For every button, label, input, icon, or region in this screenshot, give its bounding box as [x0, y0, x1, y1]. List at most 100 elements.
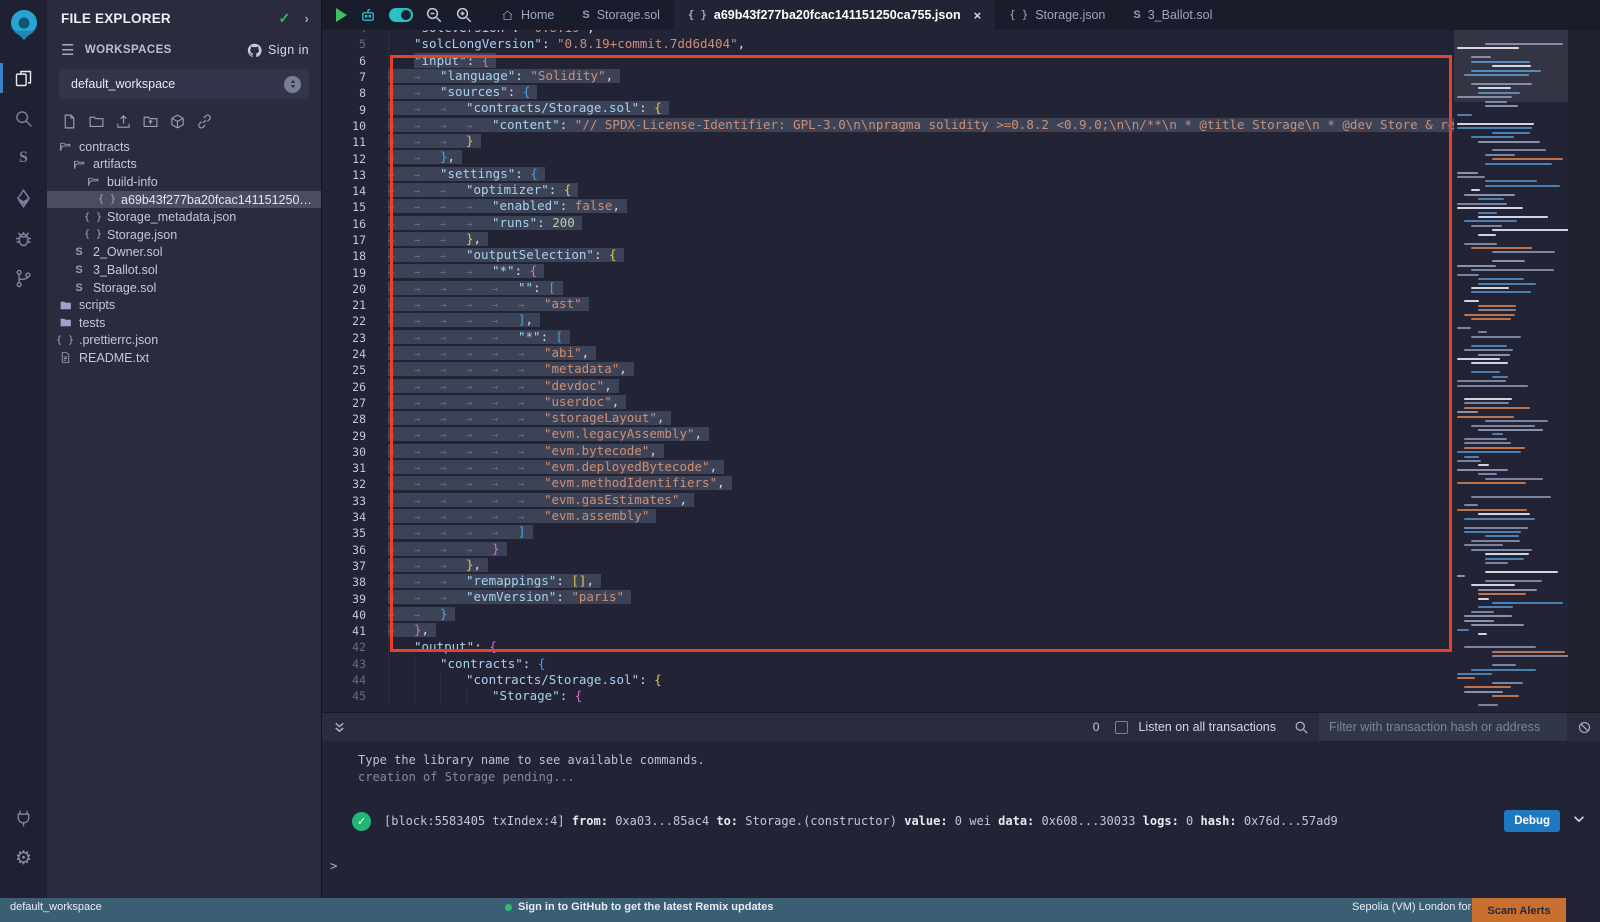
terminal-prompt[interactable]: > — [330, 858, 1600, 873]
zoom-in-icon[interactable] — [455, 6, 473, 24]
code-editor[interactable]: 4 "solcVersion": "0.8.19",5 "solcLongVer… — [322, 30, 1600, 712]
tree-item[interactable]: S2_Owner.sol — [47, 244, 321, 262]
debug-button[interactable]: Debug — [1504, 810, 1560, 832]
code-line[interactable]: 11→→→} — [322, 134, 1456, 150]
search-icon[interactable] — [0, 98, 47, 138]
code-line[interactable]: 30→→→→→→"evm.bytecode", — [322, 444, 1456, 460]
code-line[interactable]: 13→→"settings": { — [322, 167, 1456, 183]
settings-gear-icon[interactable]: ⚙ — [0, 838, 47, 878]
run-script-icon[interactable] — [336, 8, 347, 22]
code-line[interactable]: 7→→"language": "Solidity", — [322, 69, 1456, 85]
transaction-row[interactable]: ✓ [block:5583405 txIndex:4] from: 0xa03.… — [352, 810, 1586, 832]
code-line[interactable]: 20→→→→→"": [ — [322, 281, 1456, 297]
code-line[interactable]: 36→→→→} — [322, 542, 1456, 558]
code-line[interactable]: 37→→→}, — [322, 558, 1456, 574]
transaction-filter-input[interactable] — [1319, 713, 1567, 741]
tree-item[interactable]: contracts — [47, 138, 321, 156]
zoom-out-icon[interactable] — [425, 6, 443, 24]
ai-copilot-toggle[interactable] — [389, 8, 413, 22]
tree-item[interactable]: S3_Ballot.sol — [47, 261, 321, 279]
code-line[interactable]: 24→→→→→→"abi", — [322, 346, 1456, 362]
code-line[interactable]: 8→→"sources": { — [322, 85, 1456, 101]
minimap[interactable] — [1454, 30, 1568, 712]
code-line[interactable]: 18→→→"outputSelection": { — [322, 248, 1456, 264]
tree-item[interactable]: build-info — [47, 173, 321, 191]
code-line[interactable]: 31→→→→→→"evm.deployedBytecode", — [322, 460, 1456, 476]
code-line[interactable]: 38→→→"remappings": [], — [322, 574, 1456, 590]
code-line[interactable]: 42 "output": { — [322, 639, 1456, 655]
code-line[interactable]: 17→→→}, — [322, 232, 1456, 248]
ai-robot-icon[interactable] — [359, 6, 377, 24]
deploy-run-icon[interactable] — [0, 178, 47, 218]
code-line[interactable]: 6 "input": { — [322, 53, 1456, 69]
tree-item[interactable]: { }.prettierrc.json — [47, 332, 321, 350]
code-line[interactable]: 34→→→→→→"evm.assembly" — [322, 509, 1456, 525]
code-line[interactable]: 32→→→→→→"evm.methodIdentifiers", — [322, 476, 1456, 492]
code-line[interactable]: 14→→→"optimizer": { — [322, 183, 1456, 199]
code-line[interactable]: 21→→→→→→"ast" — [322, 297, 1456, 313]
ipfs-box-icon[interactable] — [169, 113, 186, 130]
code-line[interactable]: 29→→→→→→"evm.legacyAssembly", — [322, 427, 1456, 443]
code-line[interactable]: 45 "Storage": { — [322, 688, 1456, 704]
minimap-viewport[interactable] — [1454, 30, 1568, 102]
code-line[interactable]: 27→→→→→→"userdoc", — [322, 395, 1456, 411]
tree-item[interactable]: { }Storage_metadata.json — [47, 208, 321, 226]
tab-3-ballot-sol[interactable]: S3_Ballot.sol — [1119, 0, 1226, 30]
new-file-icon[interactable] — [61, 113, 78, 130]
terminal-collapse-icon[interactable] — [332, 720, 347, 735]
listen-checkbox[interactable] — [1115, 721, 1128, 734]
solidity-compiler-icon[interactable]: S — [0, 138, 47, 178]
code-line[interactable]: 40→→} — [322, 607, 1456, 623]
tab-a69b43f277ba20fcac141151250ca755-json[interactable]: { }a69b43f277ba20fcac141151250ca755.json… — [674, 0, 995, 30]
link-icon[interactable] — [196, 113, 213, 130]
file-explorer-icon[interactable] — [0, 58, 47, 98]
terminal-search-icon[interactable] — [1294, 720, 1309, 735]
code-line[interactable]: 10→→→→"content": "// SPDX-License-Identi… — [322, 118, 1456, 134]
code-line[interactable]: 22→→→→→], — [322, 313, 1456, 329]
source-control-icon[interactable] — [0, 258, 47, 298]
code-line[interactable]: 41→}, — [322, 623, 1456, 639]
tab-home[interactable]: Home — [487, 0, 568, 30]
upload-file-icon[interactable] — [115, 113, 132, 130]
code-line[interactable]: 43 "contracts": { — [322, 656, 1456, 672]
tree-item[interactable]: scripts — [47, 296, 321, 314]
statusbar-message[interactable]: Sign in to GitHub to get the latest Remi… — [505, 901, 773, 913]
code-line[interactable]: 5 "solcLongVersion": "0.8.19+commit.7dd6… — [322, 36, 1456, 52]
workspaces-menu-icon[interactable]: ☰ — [61, 41, 75, 59]
statusbar-workspace[interactable]: default_workspace — [10, 901, 102, 913]
upload-folder-icon[interactable] — [142, 113, 159, 130]
tab-storage-sol[interactable]: SStorage.sol — [568, 0, 674, 30]
code-line[interactable]: 15→→→→"enabled": false, — [322, 199, 1456, 215]
tree-item[interactable]: { }Storage.json — [47, 226, 321, 244]
tree-item[interactable]: tests — [47, 314, 321, 332]
clear-console-icon[interactable] — [1577, 720, 1592, 735]
tree-item[interactable]: SStorage.sol — [47, 279, 321, 297]
code-line[interactable]: 39→→→"evmVersion": "paris" — [322, 590, 1456, 606]
tx-expand-icon[interactable] — [1572, 812, 1586, 831]
code-line[interactable]: 28→→→→→→"storageLayout", — [322, 411, 1456, 427]
sign-in-button[interactable]: Sign in — [247, 43, 309, 58]
chevron-right-icon[interactable]: › — [304, 11, 309, 26]
code-line[interactable]: 16→→→→"runs": 200 — [322, 216, 1456, 232]
code-line[interactable]: 33→→→→→→"evm.gasEstimates", — [322, 493, 1456, 509]
scam-alerts-badge[interactable]: Scam Alerts — [1472, 898, 1566, 922]
close-tab-icon[interactable]: × — [974, 8, 982, 23]
code-line[interactable]: 23→→→→→"*": [ — [322, 330, 1456, 346]
scrollbar-track[interactable] — [1568, 30, 1600, 712]
tab-storage-json[interactable]: { }Storage.json — [995, 0, 1119, 30]
code-line[interactable]: 12→→}, — [322, 150, 1456, 166]
plugin-manager-icon[interactable] — [0, 798, 47, 838]
remix-logo-icon[interactable] — [6, 6, 42, 42]
tree-item[interactable]: README.txt — [47, 349, 321, 367]
tree-item[interactable]: artifacts — [47, 156, 321, 174]
debugger-icon[interactable] — [0, 218, 47, 258]
tree-item[interactable]: { }a69b43f277ba20fcac141151250ca7... — [47, 191, 321, 209]
new-folder-icon[interactable] — [88, 113, 105, 130]
code-line[interactable]: 25→→→→→→"metadata", — [322, 362, 1456, 378]
code-line[interactable]: 19→→→→"*": { — [322, 264, 1456, 280]
code-line[interactable]: 44 "contracts/Storage.sol": { — [322, 672, 1456, 688]
code-line[interactable]: 35→→→→→] — [322, 525, 1456, 541]
workspace-select[interactable]: default_workspace — [59, 69, 309, 99]
code-line[interactable]: 26→→→→→→"devdoc", — [322, 379, 1456, 395]
code-line[interactable]: 9→→→"contracts/Storage.sol": { — [322, 101, 1456, 117]
